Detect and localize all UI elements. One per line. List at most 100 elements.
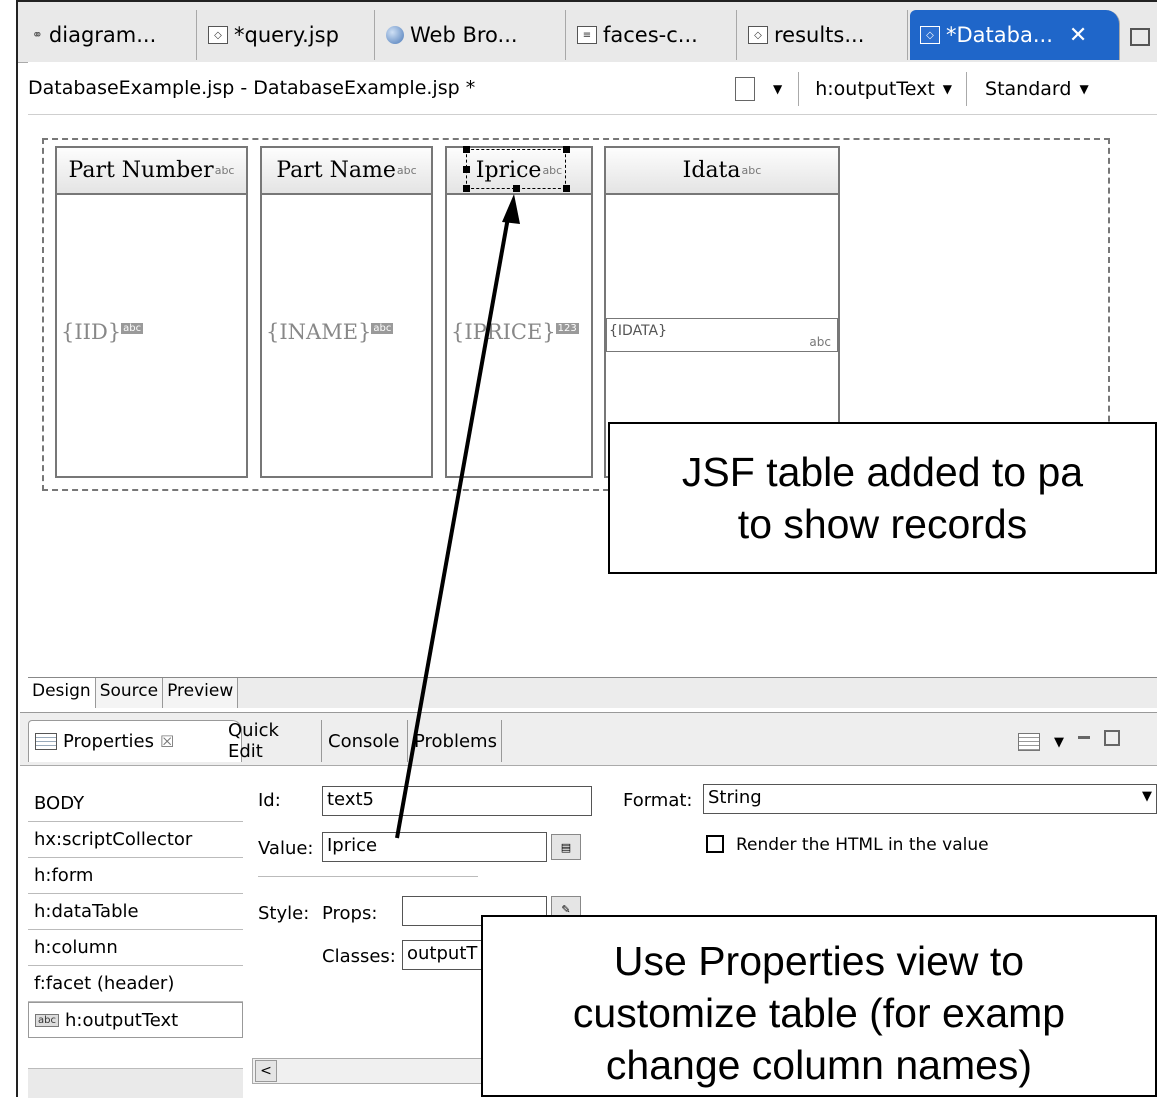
text-tag: abc <box>741 164 762 177</box>
column-header[interactable]: Idata abc <box>606 148 838 195</box>
column-cell[interactable]: {INAME} abc <box>266 320 394 344</box>
format-select[interactable]: String ▼ <box>703 784 1157 814</box>
tree-item[interactable]: h:form <box>28 858 243 894</box>
cell-binding: {INAME} <box>266 320 372 344</box>
tree-item[interactable]: hx:scriptCollector <box>28 822 243 858</box>
resize-handle[interactable] <box>513 185 520 192</box>
properties-icon <box>35 733 57 750</box>
tab-faces-config[interactable]: ≡ faces-c... <box>567 10 737 60</box>
close-icon[interactable]: ✕ <box>1069 23 1087 48</box>
tree-item[interactable]: f:facet (header) <box>28 966 243 1002</box>
tab-label: diagram... <box>48 23 157 47</box>
page-tabs: Design Source Preview <box>28 677 1157 708</box>
tab-label: *Databa... <box>946 23 1053 47</box>
resize-handle[interactable] <box>463 166 470 173</box>
tab-properties[interactable]: Properties ☒ <box>28 720 242 762</box>
resize-handle[interactable] <box>463 185 470 192</box>
divider <box>258 876 478 877</box>
maximize-icon[interactable] <box>1104 730 1120 746</box>
minimize-icon[interactable] <box>1078 735 1090 739</box>
tab-label: Problems <box>414 730 497 752</box>
chevron-down-icon[interactable]: ▼ <box>1079 82 1088 96</box>
tree-item[interactable]: h:column <box>28 930 243 966</box>
tab-source[interactable]: Source <box>95 678 164 708</box>
bind-data-button[interactable]: ▤ <box>551 834 581 860</box>
table-column-part-number[interactable]: Part Number abc {IID} abc <box>55 146 248 478</box>
tab-design[interactable]: Design <box>28 678 96 708</box>
callout-line: JSF table added to pa <box>681 449 1084 495</box>
resize-handle[interactable] <box>563 185 570 192</box>
tree-item[interactable]: BODY <box>28 786 243 822</box>
chevron-down-icon[interactable]: ▼ <box>773 82 782 96</box>
tab-label: Properties <box>63 731 154 752</box>
chevron-down-icon[interactable]: ▼ <box>1054 735 1064 750</box>
diagram-icon: ⚭ <box>32 27 43 43</box>
value-field[interactable]: Iprice <box>322 832 547 862</box>
pencil-icon: ✎ <box>561 902 571 916</box>
tab-label: Console <box>328 730 400 752</box>
format-label: Format: <box>623 790 693 811</box>
tab-label: *query.jsp <box>234 23 339 47</box>
tree-item[interactable]: h:dataTable <box>28 894 243 930</box>
tab-preview[interactable]: Preview <box>163 678 239 708</box>
text-tag: abc <box>35 1013 59 1027</box>
callout-line: Use Properties view to <box>613 938 1025 984</box>
idata-input-cell[interactable]: {IDATA} abc <box>606 318 838 352</box>
callout-bottom: Use Properties view to customize table (… <box>481 915 1157 1097</box>
render-html-checkbox[interactable] <box>706 835 724 853</box>
callout-line: customize table (for examp <box>572 990 1066 1036</box>
column-cell[interactable]: {IID} abc <box>61 320 144 344</box>
jsp-file-icon: ◇ <box>208 26 228 44</box>
page-layout-icon[interactable] <box>735 77 755 101</box>
tab-web-browser[interactable]: Web Bro... <box>376 10 566 60</box>
value-label: Value: <box>258 838 314 859</box>
format-value: String <box>708 787 762 808</box>
cell-binding: {IID} <box>61 320 122 344</box>
cell-binding: {IPRICE} <box>451 320 556 344</box>
close-icon[interactable]: ☒ <box>160 732 174 751</box>
id-field[interactable]: text5 <box>322 786 592 816</box>
tab-quick-edit[interactable]: Quick Edit <box>222 720 322 762</box>
column-header-label: Part Number <box>68 158 214 183</box>
mode-selector[interactable]: Standard <box>985 78 1071 100</box>
text-tag: 123 <box>555 323 579 334</box>
view-toolbar: ▼ <box>1018 730 1120 751</box>
column-cell[interactable]: {IPRICE} 123 <box>451 320 579 344</box>
view-menu-icon[interactable] <box>1018 733 1040 751</box>
callout-line: to show records <box>737 501 1028 547</box>
resize-handle[interactable] <box>463 146 470 153</box>
tab-label: faces-c... <box>603 23 698 47</box>
table-column-part-name[interactable]: Part Name abc {INAME} abc <box>260 146 433 478</box>
editor-toolbar: ▼ h:outputText ▼ Standard ▼ <box>735 72 1089 106</box>
tree-item-selected[interactable]: abc h:outputText <box>28 1002 243 1038</box>
element-selector[interactable]: h:outputText <box>815 78 935 100</box>
text-tag: abc <box>214 164 235 177</box>
horizontal-scrollbar[interactable]: < <box>252 1058 484 1084</box>
breadcrumb-text: DatabaseExample.jsp - DatabaseExample.js… <box>28 77 476 99</box>
resize-handle[interactable] <box>563 146 570 153</box>
column-header[interactable]: Part Name abc <box>262 148 431 195</box>
tab-diagram[interactable]: ⚭ diagram... <box>22 10 197 60</box>
chevron-down-icon[interactable]: ▼ <box>943 82 952 96</box>
chevron-left-icon[interactable]: < <box>255 1060 277 1082</box>
document-icon: ≡ <box>577 26 597 44</box>
tab-results[interactable]: ◇ results... <box>738 10 908 60</box>
maximize-icon[interactable] <box>1130 28 1150 46</box>
column-header[interactable]: Part Number abc <box>57 148 246 195</box>
callout-top: JSF table added to pa to show records <box>608 422 1157 574</box>
table-column-iprice[interactable]: Iprice abc {IPRICE} 123 <box>445 146 593 478</box>
classes-field[interactable]: outputT <box>402 940 482 970</box>
render-html-label: Render the HTML in the value <box>736 835 989 855</box>
tab-query-jsp[interactable]: ◇ *query.jsp <box>198 10 375 60</box>
tab-database-example[interactable]: ◇ *Databa... ✕ <box>910 10 1120 60</box>
props-label: Props: <box>322 903 378 924</box>
text-tag: abc <box>396 164 417 177</box>
tab-label: Web Bro... <box>410 23 518 47</box>
id-label: Id: <box>258 790 281 811</box>
tab-console[interactable]: Console <box>322 720 408 762</box>
callout-line: change column names) <box>605 1042 1033 1088</box>
toolbar-separator <box>798 72 800 106</box>
database-icon: ▤ <box>560 840 572 854</box>
tab-problems[interactable]: Problems <box>408 720 502 762</box>
globe-icon <box>386 26 404 44</box>
